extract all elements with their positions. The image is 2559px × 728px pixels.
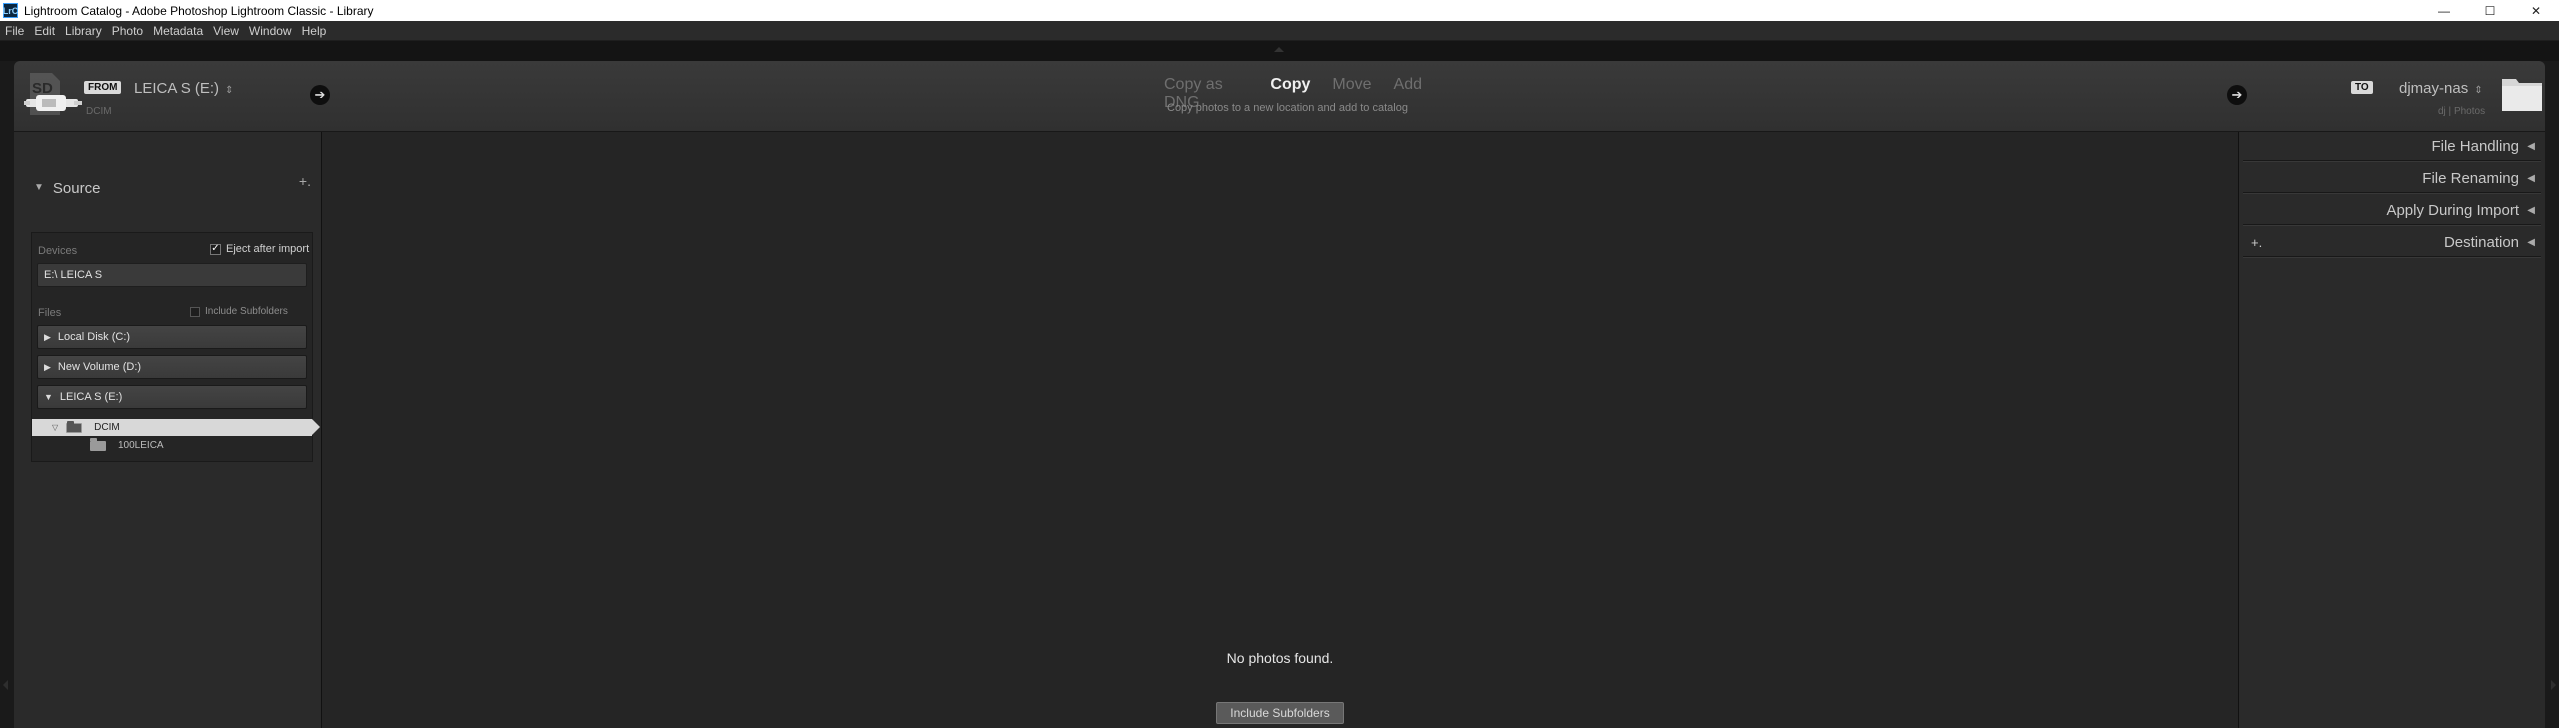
source-panel-header[interactable]: ▼ Source — [34, 180, 100, 197]
section-file-renaming[interactable]: File Renaming ◀ — [2243, 165, 2541, 193]
window-title: Lightroom Catalog - Adobe Photoshop Ligh… — [24, 3, 374, 18]
destination-selector[interactable]: djmay-nas ⇕ — [2399, 80, 2483, 97]
lightroom-app-icon: LrC — [3, 3, 18, 18]
source-panel: ▼ Source +. Devices ✓ Eject after import E… — [14, 132, 322, 728]
menu-view[interactable]: View — [208, 24, 244, 38]
expanded-triangle-icon: ▽ — [52, 423, 59, 432]
source-arrow-icon[interactable]: ➔ — [310, 85, 330, 105]
collapsed-left-triangle-icon: ◀ — [2527, 173, 2535, 184]
updown-chevron-icon: ⇕ — [2474, 85, 2483, 96]
source-tree: Devices ✓ Eject after import E:\ LEICA S … — [31, 232, 320, 462]
eject-after-import-toggle[interactable]: ✓ Eject after import — [210, 243, 309, 255]
svg-text:SD: SD — [32, 80, 53, 97]
volume-leica-s-e[interactable]: ▼ LEICA S (E:) — [37, 385, 307, 409]
mode-add[interactable]: Add — [1394, 76, 1422, 94]
menu-help[interactable]: Help — [297, 24, 332, 38]
mode-move[interactable]: Move — [1332, 76, 1371, 94]
section-title: Apply During Import — [2386, 202, 2519, 219]
sd-card-icon[interactable]: SD — [22, 69, 84, 123]
collapsed-triangle-icon: ▶ — [44, 331, 51, 342]
collapsed-left-triangle-icon: ◀ — [2527, 141, 2535, 152]
source-selector[interactable]: LEICA S (E:) ⇕ — [134, 80, 233, 97]
collapsed-left-triangle-icon: ◀ — [2527, 205, 2535, 216]
folder-dcim[interactable]: ▽ DCIM — [32, 419, 320, 436]
volume-new-volume-d[interactable]: ▶ New Volume (D:) — [37, 355, 307, 379]
section-title: File Handling — [2431, 138, 2519, 155]
checkbox-checked-icon: ✓ — [210, 243, 221, 255]
files-label: Files — [38, 307, 62, 319]
checkbox-unchecked-icon — [190, 306, 200, 317]
add-source-icon[interactable]: +. — [299, 173, 311, 189]
destination-name: djmay-nas — [2399, 80, 2469, 97]
destination-path: dj | Photos — [2438, 106, 2486, 117]
device-item[interactable]: E:\ LEICA S — [37, 263, 307, 287]
title-bar: LrC Lightroom Catalog - Adobe Photoshop … — [0, 0, 2559, 21]
source-panel-title: Source — [52, 180, 101, 197]
volume-label: New Volume (D:) — [57, 361, 142, 373]
to-badge: TO — [2351, 81, 2373, 94]
import-settings-panel: File Handling ◀ File Renaming ◀ Apply Du… — [2238, 132, 2545, 728]
menu-window[interactable]: Window — [244, 24, 297, 38]
volume-label: Local Disk (C:) — [57, 331, 131, 343]
volume-local-disk-c[interactable]: ▶ Local Disk (C:) — [37, 325, 307, 349]
source-path: DCIM — [86, 106, 112, 117]
menu-library[interactable]: Library — [60, 24, 107, 38]
section-title: Destination — [2443, 234, 2519, 251]
expand-triangle-icon: ▼ — [34, 182, 44, 193]
include-subfolders-label: Include Subfolders — [205, 306, 288, 317]
folder-label: 100LEICA — [118, 440, 164, 451]
add-folder-icon[interactable]: +. — [2251, 235, 2262, 250]
folder-label: DCIM — [94, 422, 120, 433]
device-name: E:\ LEICA S — [44, 269, 103, 281]
menu-photo[interactable]: Photo — [107, 24, 148, 38]
menu-file[interactable]: File — [0, 24, 29, 38]
folder-icon — [90, 437, 106, 451]
menu-bar: File Edit Library Photo Metadata View Wi… — [0, 21, 2559, 41]
mode-copy[interactable]: Copy — [1270, 76, 1310, 94]
updown-chevron-icon: ⇕ — [225, 85, 234, 96]
source-name: LEICA S (E:) — [134, 80, 220, 97]
minimize-button[interactable]: — — [2421, 0, 2467, 21]
devices-label: Devices — [38, 245, 78, 257]
mode-description: Copy photos to a new location and add to… — [1167, 102, 1408, 114]
photo-grid: No photos found. Include Subfolders — [322, 132, 2238, 728]
expanded-triangle-icon: ▼ — [44, 392, 53, 402]
folder-icon — [66, 420, 83, 433]
volume-label: LEICA S (E:) — [59, 391, 123, 403]
eject-label: Eject after import — [226, 243, 310, 255]
empty-message: No photos found. — [1226, 650, 1334, 666]
maximize-button[interactable]: ☐ — [2467, 0, 2513, 21]
from-badge: FROM — [84, 81, 122, 94]
top-panel-toggle[interactable] — [0, 41, 2559, 61]
right-panel-toggle-icon[interactable] — [2551, 680, 2556, 690]
section-destination[interactable]: +. Destination ◀ — [2243, 229, 2541, 257]
include-subfolders-toggle[interactable]: Include Subfolders — [190, 306, 288, 317]
include-subfolders-button[interactable]: Include Subfolders — [1216, 702, 1344, 724]
folder-icon[interactable] — [2500, 73, 2544, 113]
section-apply-during-import[interactable]: Apply During Import ◀ — [2243, 197, 2541, 225]
left-panel-toggle-icon[interactable] — [3, 680, 8, 690]
collapsed-triangle-icon: ▶ — [44, 361, 51, 372]
window-controls: — ☐ ✕ — [2421, 0, 2559, 21]
collapse-up-icon — [1274, 47, 1284, 52]
section-title: File Renaming — [2422, 170, 2519, 187]
menu-edit[interactable]: Edit — [29, 24, 60, 38]
close-button[interactable]: ✕ — [2513, 0, 2559, 21]
menu-metadata[interactable]: Metadata — [148, 24, 208, 38]
folder-100leica[interactable]: 100LEICA — [32, 437, 312, 454]
section-file-handling[interactable]: File Handling ◀ — [2243, 133, 2541, 161]
destination-arrow-icon[interactable]: ➔ — [2227, 85, 2247, 105]
import-header: SD FROM LEICA S (E:) ⇕ DCIM ➔ Copy as DNG… — [14, 61, 2545, 132]
collapsed-left-triangle-icon: ◀ — [2527, 237, 2535, 248]
